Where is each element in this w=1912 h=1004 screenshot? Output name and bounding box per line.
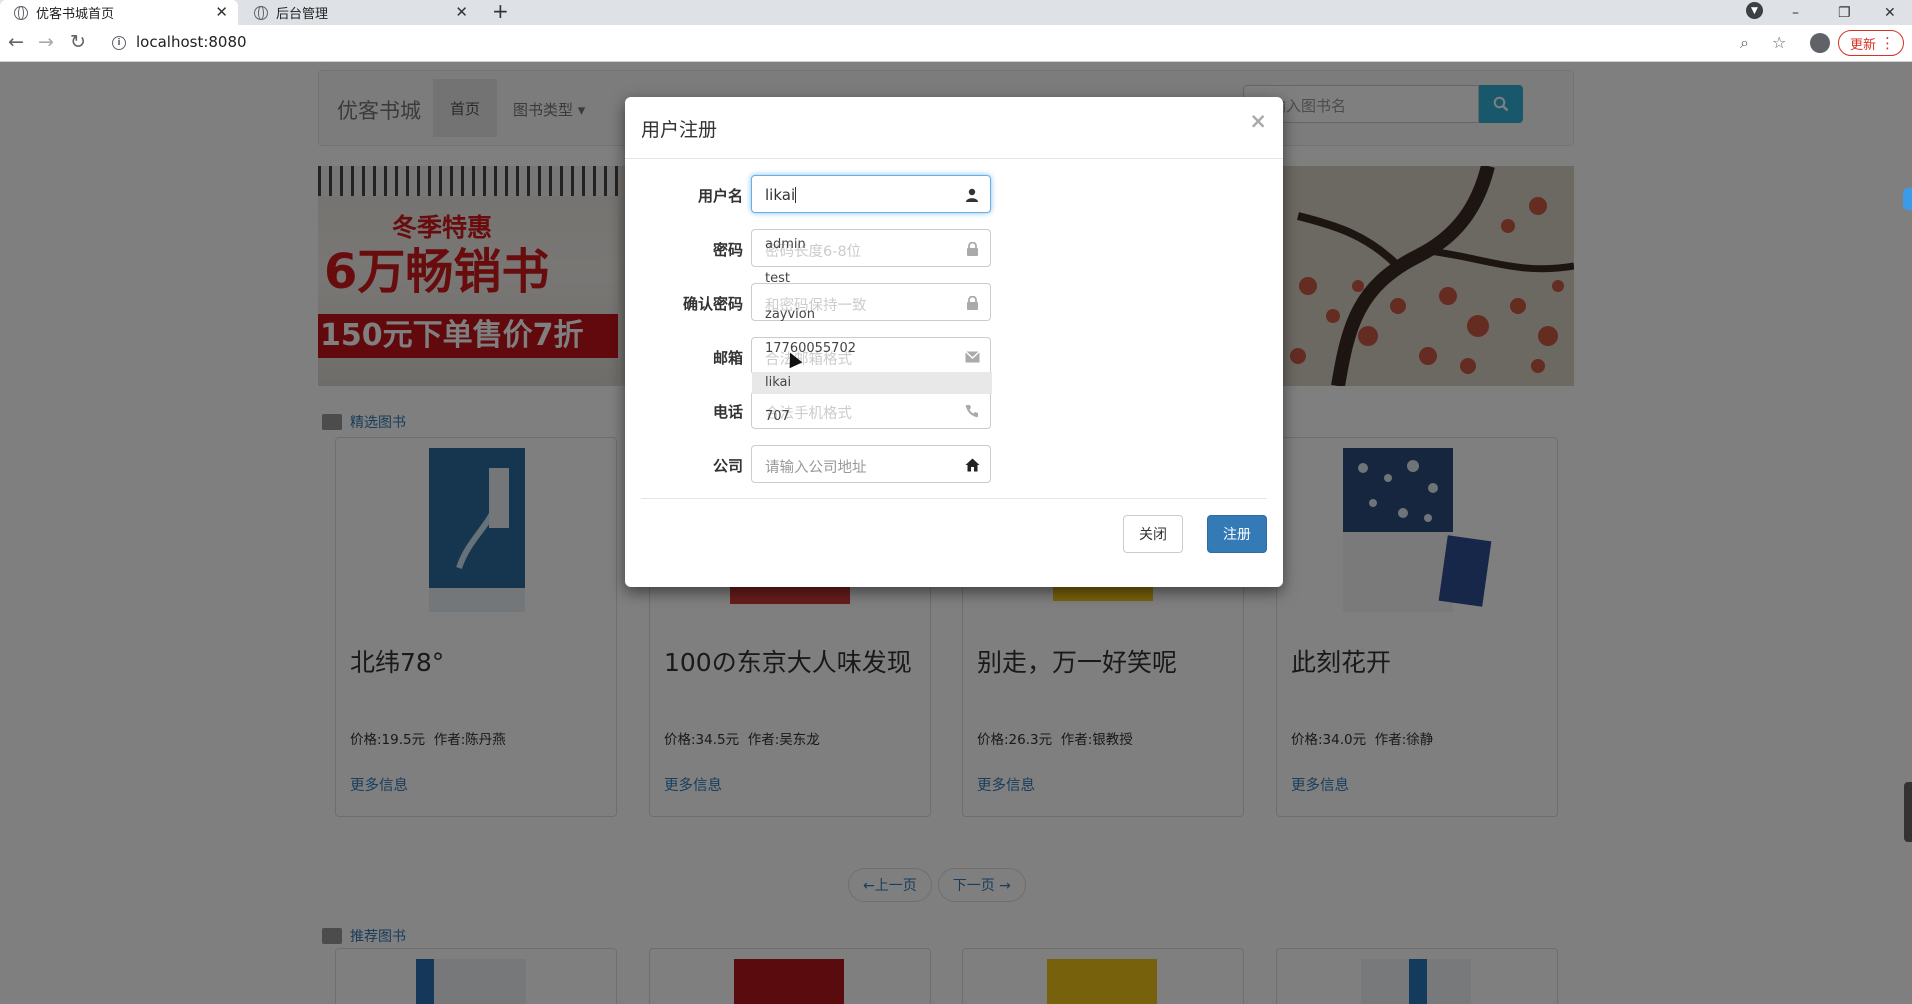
home-icon — [964, 457, 980, 473]
email-label: 邮箱 — [712, 349, 743, 367]
forward-icon[interactable]: → — [38, 31, 54, 53]
globe-icon — [254, 5, 268, 20]
bookmark-star-icon[interactable]: ☆ — [1772, 33, 1786, 52]
modal-title: 用户注册 — [641, 119, 718, 141]
autocomplete-item[interactable]: zayvion — [752, 304, 992, 326]
more-menu-icon[interactable]: ⋮ — [1880, 34, 1895, 52]
autocomplete-item[interactable]: 707 — [752, 406, 992, 428]
minimize-button[interactable]: – — [1792, 0, 1799, 25]
form-row-username: 用户名 likai — [625, 175, 1283, 215]
site-info-icon[interactable]: i — [112, 36, 126, 50]
company-input[interactable]: 请输入公司地址 — [751, 445, 991, 483]
user-icon — [964, 187, 980, 203]
confirm-password-label: 确认密码 — [682, 295, 743, 313]
tab-title: 优客书城首页 — [36, 7, 115, 22]
back-icon[interactable]: ← — [8, 31, 24, 53]
password-label: 密码 — [712, 241, 743, 259]
tab-close-icon[interactable]: ✕ — [455, 3, 468, 21]
window-close-button[interactable]: ✕ — [1884, 0, 1896, 25]
username-value: likai — [765, 186, 797, 204]
register-button[interactable]: 注册 — [1207, 515, 1267, 553]
update-button[interactable]: 更新 ⋮ — [1838, 30, 1904, 56]
new-tab-button[interactable]: + — [492, 0, 509, 23]
globe-icon — [14, 5, 28, 20]
modal-close-icon[interactable]: × — [1249, 109, 1267, 133]
username-label: 用户名 — [697, 187, 743, 205]
side-scroll-widget[interactable] — [1904, 782, 1912, 842]
autocomplete-item[interactable]: test — [752, 268, 992, 290]
close-button[interactable]: 关闭 — [1123, 515, 1183, 553]
company-placeholder: 请输入公司地址 — [765, 460, 867, 476]
restore-button[interactable]: ❐ — [1838, 0, 1851, 25]
tab-home[interactable]: 优客书城首页 ✕ — [0, 0, 238, 25]
modal-footer: 关闭 注册 — [641, 498, 1267, 587]
side-panel-handle[interactable] — [1903, 188, 1912, 210]
modal-header: 用户注册 × — [625, 97, 1283, 159]
browser-toolbar: ← → ↻ i localhost:8080 ⌕ ☆ 更新 ⋮ — [0, 25, 1912, 62]
company-label: 公司 — [712, 457, 743, 475]
autocomplete-item[interactable]: admin — [752, 234, 992, 256]
reload-icon[interactable]: ↻ — [70, 31, 86, 53]
tab-admin[interactable]: 后台管理 ✕ — [240, 0, 478, 25]
form-row-company: 公司 请输入公司地址 — [625, 445, 1283, 485]
autocomplete-item[interactable]: likai — [752, 372, 992, 394]
tab-title: 后台管理 — [276, 7, 329, 22]
username-input[interactable]: likai — [751, 175, 991, 213]
browser-tabbar: 优客书城首页 ✕ 后台管理 ✕ + ▼ – ❐ ✕ — [0, 0, 1912, 25]
update-label: 更新 — [1850, 37, 1877, 53]
tab-close-icon[interactable]: ✕ — [215, 3, 228, 21]
address-bar[interactable]: localhost:8080 — [136, 33, 247, 51]
zoom-icon[interactable]: ⌕ — [1740, 33, 1749, 53]
phone-label: 电话 — [712, 403, 743, 421]
profile-menu-icon[interactable]: ▼ — [1746, 2, 1763, 19]
profile-avatar-icon[interactable] — [1810, 33, 1830, 53]
